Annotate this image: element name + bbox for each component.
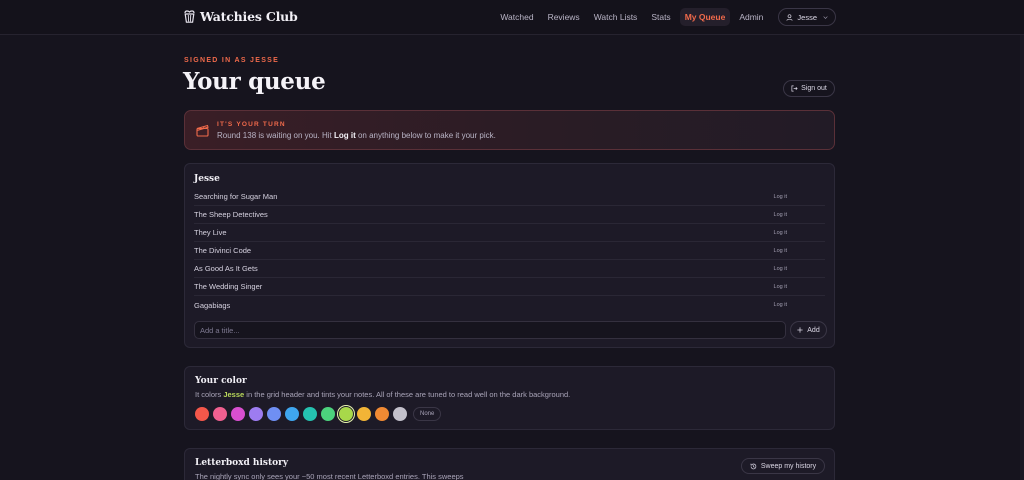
log-it-button[interactable]: Log it [772,193,789,201]
color-swatch[interactable] [267,407,281,421]
main-nav: Watched Reviews Watch Lists Stats My Que… [495,8,836,26]
nav-reviews[interactable]: Reviews [543,8,585,26]
movie-title: The Divinci Code [194,246,252,255]
scrollbar-track[interactable] [1020,35,1024,480]
queue-item: The Sheep Detectives Log it [194,206,825,224]
nav-admin[interactable]: Admin [734,8,768,26]
color-swatches: None [195,407,442,421]
history-title: Letterboxd history [195,458,289,468]
popcorn-icon [184,10,195,23]
color-swatch[interactable] [321,407,335,421]
color-swatch[interactable] [303,407,317,421]
movie-title: As Good As It Gets [194,264,258,273]
add-button-label: Add [807,326,820,334]
log-it-button[interactable]: Log it [772,247,789,255]
nav-stats[interactable]: Stats [646,8,675,26]
sign-out-button[interactable]: Sign out [783,80,835,97]
chevron-down-icon [823,15,828,19]
sweep-history-button[interactable]: Sweep my history [741,458,825,474]
color-swatch[interactable] [285,407,299,421]
queue-item: As Good As It Gets Log it [194,260,825,278]
queue-item: Searching for Sugar Man Log it [194,188,825,206]
nav-my-queue[interactable]: My Queue [679,8,731,26]
add-button[interactable]: Add [790,321,827,339]
color-swatch[interactable] [339,407,353,421]
history-icon [750,463,757,469]
color-description: It colors Jesse in the grid header and t… [195,390,570,399]
queue-owner-title: Jesse [194,174,220,184]
user-menu-button[interactable]: Jesse [778,8,836,26]
letterboxd-history-card: Letterboxd history The nightly sync only… [184,448,835,480]
user-icon [786,13,793,21]
user-menu-label: Jesse [797,12,817,22]
page-title: Your queue [183,68,326,95]
movie-title: The Sheep Detectives [194,210,268,219]
movie-title: The Wedding Singer [194,282,263,291]
brand[interactable]: Watchies Club [184,9,298,24]
color-swatch[interactable] [357,407,371,421]
color-desc-before: It colors [195,390,224,399]
movie-title: Searching for Sugar Man [194,192,278,201]
color-swatch[interactable] [393,407,407,421]
turn-eyebrow: IT'S YOUR TURN [217,121,286,128]
sweep-history-label: Sweep my history [760,462,817,470]
turn-text-bold: Log it [333,131,356,140]
turn-text-after: on anything below to make it your pick. [355,131,496,140]
color-title: Your color [195,376,247,386]
color-swatch[interactable] [375,407,389,421]
plus-icon [797,327,803,333]
color-none-button[interactable]: None [413,407,442,421]
movie-title: Gagabiags [194,300,231,310]
nav-watch-lists[interactable]: Watch Lists [589,8,643,26]
log-it-button[interactable]: Log it [772,229,789,237]
color-desc-name: Jesse [223,390,245,399]
sign-out-label: Sign out [801,85,827,92]
queue-list: Searching for Sugar Man Log it The Sheep… [194,188,825,314]
log-it-button[interactable]: Log it [772,211,789,219]
color-swatch[interactable] [249,407,263,421]
add-title-input[interactable] [194,321,786,339]
movie-title: They Live [194,228,227,237]
color-swatch[interactable] [195,407,209,421]
history-description: The nightly sync only sees your ~50 most… [195,472,464,480]
color-card: Your color It colors Jesse in the grid h… [184,366,835,430]
color-desc-after: in the grid header and tints your notes.… [244,390,571,399]
clapperboard-icon [196,124,209,137]
turn-text-before: Round 138 is waiting on you. Hit [217,131,334,140]
log-it-button[interactable]: Log it [772,301,789,309]
top-nav-bar: Watchies Club Watched Reviews Watch List… [0,0,1024,35]
sign-out-icon [791,85,798,92]
turn-message: Round 138 is waiting on you. Hit Log it … [217,131,496,140]
queue-item: They Live Log it [194,224,825,242]
queue-item: The Wedding Singer Log it [194,278,825,296]
queue-item: The Divinci Code Log it [194,242,825,260]
nav-watched[interactable]: Watched [495,8,538,26]
log-it-button[interactable]: Log it [772,265,789,273]
log-it-button[interactable]: Log it [772,283,789,291]
your-turn-banner: IT'S YOUR TURN Round 138 is waiting on y… [184,110,835,150]
signed-in-eyebrow: SIGNED IN AS JESSE [184,57,280,64]
queue-card: Jesse Searching for Sugar Man Log it The… [184,163,835,348]
queue-item: Gagabiags Log it [194,296,825,314]
color-swatch[interactable] [213,407,227,421]
brand-name: Watchies Club [200,9,298,24]
color-swatch[interactable] [231,407,245,421]
